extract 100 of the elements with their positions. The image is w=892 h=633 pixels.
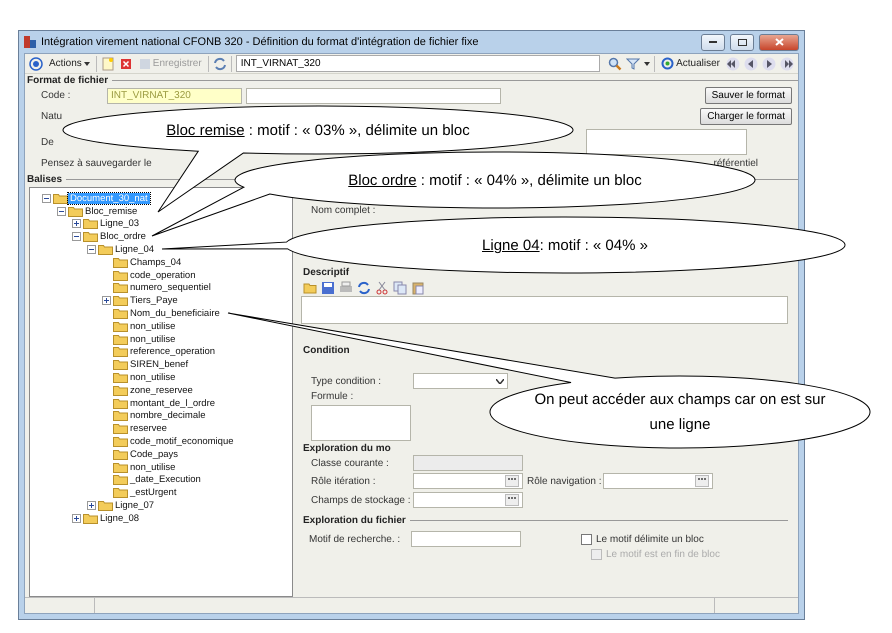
expand-icon[interactable]: [102, 296, 111, 306]
formula-field[interactable]: [311, 405, 411, 441]
sync-icon[interactable]: [357, 281, 371, 295]
label-field[interactable]: [246, 88, 501, 104]
browse-button[interactable]: [695, 475, 709, 487]
search-field[interactable]: INT_VIRNAT_320: [236, 55, 600, 72]
tree-item[interactable]: reservee: [128, 423, 169, 434]
expand-icon[interactable]: [87, 501, 96, 510]
browse-button[interactable]: [505, 494, 519, 506]
folder-icon: [113, 282, 128, 294]
tree-item[interactable]: Ligne_08: [98, 512, 142, 524]
description-field[interactable]: [586, 129, 747, 155]
tree-item[interactable]: _estUrgent: [128, 487, 178, 498]
folder-icon: [113, 398, 128, 409]
folder-icon: [113, 359, 128, 370]
tree-item[interactable]: _date_Execution: [128, 474, 203, 486]
ellipsis-icon: [507, 495, 517, 501]
hint-text: Pensez à sauvegarder le: [41, 158, 152, 168]
folder-icon: [113, 462, 128, 473]
chevron-down-icon: [496, 378, 504, 384]
collapse-icon[interactable]: [87, 245, 96, 254]
field-label: Formule :: [311, 390, 354, 402]
tree-item[interactable]: Champs_04: [128, 256, 184, 268]
caret-icon[interactable]: [644, 62, 650, 66]
tree-item[interactable]: code_operation: [128, 270, 198, 281]
folder-icon: [53, 192, 68, 204]
last-icon[interactable]: [780, 56, 794, 70]
filter-icon[interactable]: [626, 56, 640, 70]
tree-item[interactable]: numero_sequentiel: [128, 282, 213, 294]
copy-icon[interactable]: [393, 281, 407, 295]
cut-icon[interactable]: [375, 281, 389, 295]
save-format-button[interactable]: Sauver le format: [704, 87, 792, 104]
navigation-field[interactable]: [603, 473, 713, 489]
collapse-icon[interactable]: [57, 206, 66, 216]
actions-menu[interactable]: Actions: [47, 54, 92, 72]
ellipsis-icon: [697, 476, 707, 482]
maximize-icon: [738, 38, 746, 46]
load-format-button[interactable]: Charger le format: [700, 108, 792, 125]
sync-icon[interactable]: [212, 56, 227, 70]
minimize-button[interactable]: [701, 34, 725, 50]
collapse-icon[interactable]: [42, 194, 51, 203]
hint-text: référentiel: [714, 158, 758, 168]
tree-item[interactable]: code_motif_economique: [128, 436, 236, 448]
caret-icon: [84, 62, 90, 66]
print-icon[interactable]: [339, 281, 353, 295]
tree-item[interactable]: montant_de_l_ordre: [128, 398, 218, 409]
tree-item[interactable]: Ligne_07: [113, 500, 156, 512]
delete-icon[interactable]: [118, 56, 133, 70]
tree-item[interactable]: Code_pays: [128, 448, 180, 460]
collapse-icon[interactable]: [72, 232, 81, 242]
new-document-icon[interactable]: [100, 56, 115, 70]
tree-item[interactable]: non_utilise: [128, 334, 178, 345]
field-label: Rôle itération :: [311, 476, 376, 486]
folder-icon: [113, 384, 128, 396]
tree-item[interactable]: Ligne_04: [113, 244, 156, 256]
app-icon: [24, 36, 36, 48]
folder-icon: [113, 372, 128, 384]
tree-item[interactable]: reference_operation: [128, 346, 218, 358]
motif-field[interactable]: [411, 531, 521, 547]
callout-text: Bloc remise : motif : « 03% », délimite un bloc: [165, 121, 471, 141]
tree-item[interactable]: zone_reservee: [128, 384, 195, 396]
window-title: Intégration virement national CFONB 320 - Définition du format d'intégration de fichier fixe: [41, 36, 480, 48]
section-title: Condition: [303, 344, 350, 356]
previous-icon[interactable]: [744, 56, 758, 70]
maximize-button[interactable]: [730, 34, 754, 50]
tree-item[interactable]: Bloc_remise: [83, 206, 140, 217]
callout-text: On peut accéder aux champs car on est sur une ligne: [534, 390, 826, 435]
target-icon[interactable]: [29, 56, 43, 70]
refresh-button[interactable]: Actualiser: [659, 54, 722, 72]
tree-item[interactable]: Nom_du_beneficiaire: [128, 308, 222, 320]
storage-field[interactable]: [413, 492, 523, 508]
tree-item[interactable]: Tiers_Paye: [128, 295, 180, 306]
first-icon[interactable]: [726, 56, 740, 70]
expand-icon[interactable]: [72, 514, 81, 523]
tree-item[interactable]: non_utilise: [128, 320, 178, 332]
save-icon[interactable]: [321, 281, 335, 295]
tree-item[interactable]: SIREN_benef: [128, 359, 190, 370]
checkbox-label: Le motif délimite un bloc: [596, 534, 704, 544]
folder-icon: [113, 270, 128, 281]
folder-icon: [113, 410, 128, 422]
callout-text: Ligne 04: motif : « 04% »: [481, 236, 649, 256]
minimize-icon: [709, 40, 717, 44]
close-button[interactable]: [759, 34, 799, 50]
search-icon[interactable]: [608, 56, 622, 70]
expand-icon[interactable]: [72, 219, 81, 228]
browse-button[interactable]: [505, 475, 519, 487]
tree-item[interactable]: nombre_decimale: [128, 410, 208, 422]
section-title: Balises: [27, 174, 62, 184]
paste-icon[interactable]: [411, 281, 425, 295]
tree-item[interactable]: Ligne_03: [98, 218, 142, 230]
checkbox[interactable]: [581, 534, 592, 544]
tree-item[interactable]: non_utilise: [128, 462, 178, 473]
tree-item[interactable]: Bloc_ordre: [98, 231, 148, 242]
folder-icon: [113, 295, 128, 306]
tree-item[interactable]: non_utilise: [128, 372, 178, 384]
folder-icon: [98, 244, 113, 256]
iteration-field[interactable]: [413, 473, 523, 489]
next-icon[interactable]: [762, 56, 776, 70]
section-title: Format de fichier: [27, 75, 108, 86]
field-label: Motif de recherche. :: [309, 534, 402, 544]
